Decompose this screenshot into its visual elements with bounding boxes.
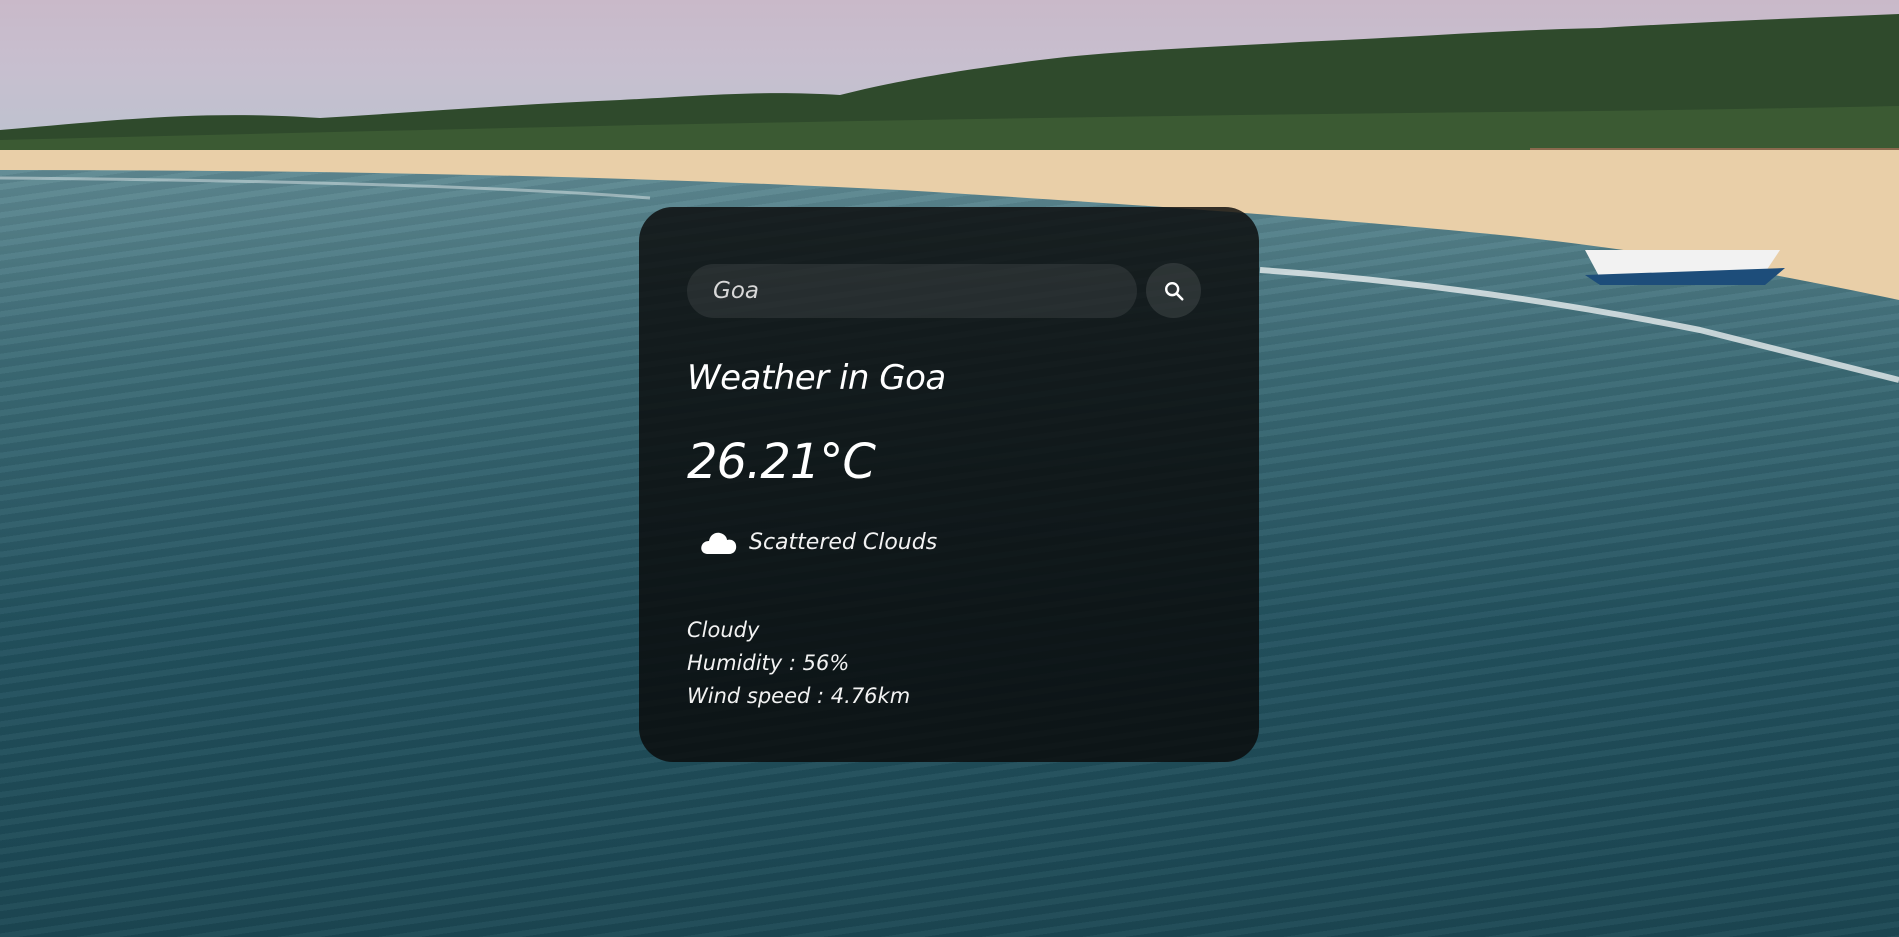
- condition-text: Cloudy: [687, 618, 760, 642]
- weather-card: Weather in Goa 26.21°C Scattered Clouds …: [639, 207, 1259, 762]
- wind-speed-text: Wind speed : 4.76km: [687, 684, 911, 708]
- weather-details: Cloudy Humidity : 56% Wind speed : 4.76k…: [687, 614, 1211, 713]
- weather-title: Weather in Goa: [687, 358, 946, 398]
- humidity-text: Humidity : 56%: [687, 651, 850, 675]
- temperature-value: 26.21°C: [687, 434, 876, 490]
- search-button[interactable]: [1146, 263, 1201, 318]
- weather-description: Scattered Clouds: [749, 529, 938, 555]
- search-icon: [1164, 281, 1184, 301]
- weather-description-row: Scattered Clouds: [687, 528, 1211, 556]
- city-search-input[interactable]: [687, 263, 1137, 318]
- cloud-icon: [701, 532, 737, 554]
- search-bar: [687, 263, 1211, 318]
